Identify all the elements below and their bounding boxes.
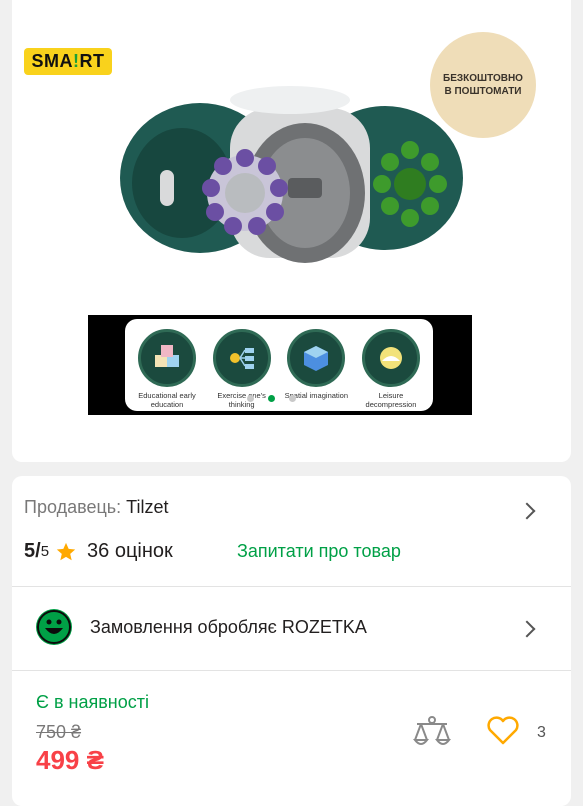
feature-item: Educational early education [131,319,203,411]
feature-item: Leisure decompression [355,319,427,411]
compare-scales-icon[interactable] [413,716,451,750]
feature-label: Educational early education [138,391,196,409]
availability-status: Є в наявності [36,692,149,712]
rozetka-smile-icon [36,609,72,645]
logo-text-start: SMA [31,51,73,71]
rating-max: 5 [40,543,50,560]
smart-logo: SMA! RT [24,48,112,75]
order-handler-row[interactable]: Замовлення обробляє ROZETKA [36,609,367,645]
carousel-dot[interactable] [289,395,296,402]
wishlist-count: 3 [537,724,546,741]
logo-text-end: RT [79,51,105,71]
product-photo[interactable] [110,78,470,288]
carousel-dot-active[interactable] [268,395,275,402]
rating-row[interactable]: 5/ 5 36 оцінок [24,540,173,563]
rating-score: 5/ [24,540,41,562]
reviews-count[interactable]: 36 оцінок [87,540,173,563]
carousel-dot[interactable] [247,395,254,402]
seller-row[interactable]: Продавець: Tilzet [24,497,169,518]
seller-name[interactable]: Tilzet [126,497,168,517]
seller-label: Продавець: [24,497,122,517]
cube-icon [287,329,346,387]
star-icon [56,542,76,560]
divider [12,586,571,587]
feature-label: Leisure decompression [365,391,417,409]
old-price: 750 ₴ [36,722,82,742]
relax-icon [361,329,420,387]
order-handler-text: Замовлення обробляє ROZETKA [90,616,367,637]
image-carousel-dots[interactable] [247,395,296,402]
ask-question-link[interactable]: Запитати про товар [237,541,401,562]
mindmap-icon [212,329,271,387]
blocks-icon [138,329,196,387]
wishlist-heart-icon[interactable] [486,716,520,746]
divider [12,670,571,671]
current-price: 499 ₴ [36,745,104,775]
